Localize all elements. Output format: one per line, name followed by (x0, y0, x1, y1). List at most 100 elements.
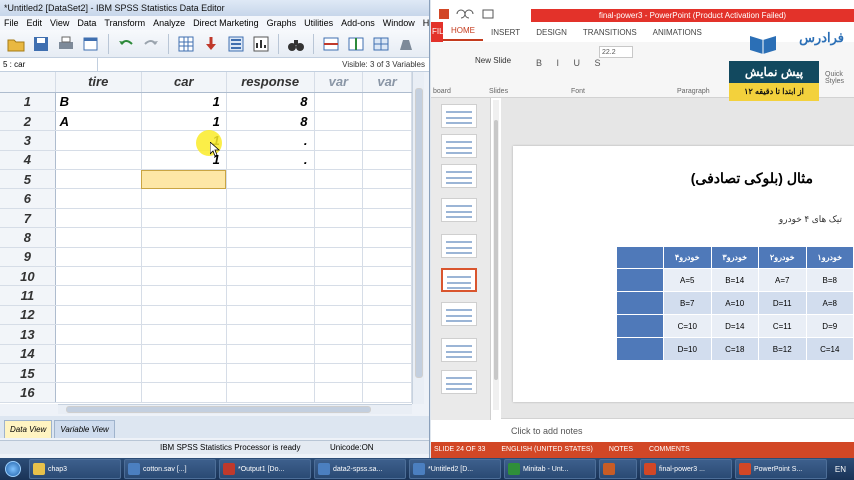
cell-car[interactable] (141, 169, 227, 190)
cell-empty[interactable] (314, 363, 364, 384)
font-size-select[interactable]: 22.2 (599, 46, 633, 58)
cell-empty[interactable] (362, 266, 412, 287)
cell-response[interactable] (226, 285, 315, 306)
tab-insert[interactable]: INSERT (483, 28, 528, 37)
cell-tire[interactable] (55, 150, 142, 171)
cell-empty[interactable] (362, 382, 412, 403)
cell-car[interactable] (141, 247, 227, 268)
cell-value-input[interactable] (98, 58, 333, 71)
row-number[interactable]: 14 (0, 344, 56, 364)
vertical-scrollbar[interactable] (412, 72, 424, 404)
cell-car[interactable] (141, 363, 227, 384)
quick-styles-button[interactable]: Quick Styles (825, 71, 854, 85)
cell-car[interactable] (141, 188, 227, 209)
cell-empty[interactable] (314, 247, 364, 268)
cell-tire[interactable] (55, 344, 142, 364)
cell-car[interactable] (141, 324, 227, 345)
cell-response[interactable] (226, 208, 315, 229)
cell-empty[interactable] (314, 208, 364, 229)
row-number[interactable]: 5 (0, 169, 56, 190)
slide-subtitle[interactable]: تیک های ۴ خودرو (779, 214, 842, 225)
row-number[interactable]: 9 (0, 247, 56, 268)
cell-car[interactable] (141, 227, 227, 248)
row-number[interactable]: 7 (0, 208, 56, 229)
thumbnails-scrollbar[interactable] (493, 100, 499, 410)
scroll-thumb[interactable] (415, 88, 423, 378)
row-number[interactable]: 16 (0, 382, 56, 403)
cell-response[interactable] (226, 363, 315, 384)
cell-empty[interactable] (362, 227, 412, 248)
slide-thumbnail[interactable] (441, 134, 477, 158)
cell-car[interactable] (141, 382, 227, 403)
taskbar-item[interactable] (599, 459, 637, 479)
menu-item-data[interactable]: Data (73, 16, 100, 30)
row-number[interactable]: 13 (0, 324, 56, 345)
cell-empty[interactable] (314, 130, 364, 151)
cell-empty[interactable] (314, 111, 364, 132)
cell-empty[interactable] (314, 169, 364, 190)
menu-item-utilities[interactable]: Utilities (300, 16, 337, 30)
row-number[interactable]: 4 (0, 150, 56, 171)
print-icon[interactable] (56, 34, 76, 54)
cell-car[interactable] (141, 305, 227, 326)
notes-pane[interactable]: Click to add notes (501, 418, 854, 442)
row-number[interactable]: 6 (0, 188, 56, 209)
slide-thumbnail[interactable] (441, 338, 477, 362)
cell-response[interactable]: . (226, 130, 315, 151)
cell-response[interactable] (226, 266, 315, 287)
column-header-var[interactable]: var (314, 72, 364, 93)
menu-item-analyze[interactable]: Analyze (149, 16, 189, 30)
descriptives-icon[interactable] (251, 34, 271, 54)
cell-empty[interactable] (362, 363, 412, 384)
cell-empty[interactable] (362, 285, 412, 306)
menu-item-add-ons[interactable]: Add-ons (337, 16, 379, 30)
cell-empty[interactable] (314, 344, 364, 364)
tab-data-view[interactable]: Data View (4, 420, 53, 438)
cell-tire[interactable] (55, 382, 142, 403)
slide-thumbnail[interactable] (441, 198, 477, 222)
slide-title[interactable]: مثال (بلوکی تصادفی) (513, 170, 813, 187)
tab-design[interactable]: DESIGN (528, 28, 575, 37)
open-folder-icon[interactable] (6, 34, 26, 54)
cell-car[interactable]: 1 (141, 92, 227, 112)
cell-empty[interactable] (314, 150, 364, 171)
menu-item-view[interactable]: View (46, 16, 73, 30)
cell-empty[interactable] (314, 188, 364, 209)
menu-item-graphs[interactable]: Graphs (263, 16, 301, 30)
slide[interactable]: مثال (بلوکی تصادفی) تیک های ۴ خودرو خودر… (513, 146, 854, 402)
cell-response[interactable] (226, 247, 315, 268)
insert-variable-icon[interactable] (346, 34, 366, 54)
save-icon[interactable] (31, 34, 51, 54)
cell-empty[interactable] (362, 247, 412, 268)
scroll-thumb[interactable] (494, 120, 498, 380)
tab-animations[interactable]: ANIMATIONS (645, 28, 710, 37)
taskbar-item[interactable]: PowerPoint S... (735, 459, 827, 479)
column-header-var[interactable]: var (362, 72, 412, 93)
file-tab[interactable]: FILE (431, 22, 443, 42)
cell-empty[interactable] (362, 305, 412, 326)
cell-tire[interactable] (55, 266, 142, 287)
cell-tire[interactable] (55, 305, 142, 326)
undo-icon[interactable] (116, 34, 136, 54)
tab-variable-view[interactable]: Variable View (54, 420, 115, 438)
scroll-thumb[interactable] (66, 406, 371, 413)
cell-tire[interactable] (55, 188, 142, 209)
menu-item-edit[interactable]: Edit (23, 16, 47, 30)
horizontal-scrollbar[interactable] (58, 404, 412, 414)
comments-toggle[interactable]: COMMENTS (649, 442, 690, 458)
new-slide-button[interactable]: New Slide (475, 56, 511, 65)
row-number[interactable]: 2 (0, 111, 56, 132)
find-binoculars-icon[interactable] (286, 34, 306, 54)
insert-cases-icon[interactable] (321, 34, 341, 54)
cell-response[interactable] (226, 382, 315, 403)
cell-tire[interactable] (55, 324, 142, 345)
cell-response[interactable]: 8 (226, 111, 315, 132)
redo-icon[interactable] (141, 34, 161, 54)
cell-response[interactable] (226, 188, 315, 209)
slide-thumbnail[interactable] (441, 370, 477, 394)
cell-tire[interactable] (55, 169, 142, 190)
cell-empty[interactable] (362, 188, 412, 209)
cell-response[interactable] (226, 305, 315, 326)
row-number[interactable]: 10 (0, 266, 56, 287)
quick-access-icons[interactable] (439, 8, 499, 20)
